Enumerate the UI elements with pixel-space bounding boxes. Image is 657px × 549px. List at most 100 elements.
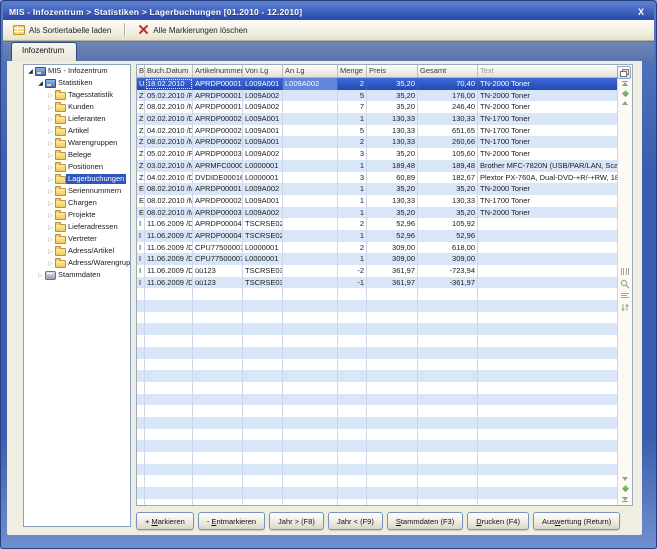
- scroll-down-icon[interactable]: [618, 477, 632, 481]
- table-empty-row[interactable]: [137, 370, 618, 382]
- collapsed-triangle-icon[interactable]: ▷: [46, 140, 55, 147]
- tree-item-vertreter[interactable]: ▷Vertreter: [24, 233, 130, 245]
- cell-preis[interactable]: [367, 452, 418, 464]
- tree-item-chargen[interactable]: ▷Chargen: [24, 197, 130, 209]
- tree-item-projekte[interactable]: ▷Projekte: [24, 209, 130, 221]
- cell-gesamt[interactable]: [418, 429, 478, 441]
- cell-menge[interactable]: 3: [338, 148, 367, 160]
- cell-date[interactable]: [145, 288, 193, 300]
- cell-text[interactable]: [478, 394, 618, 406]
- table-empty-row[interactable]: [137, 300, 618, 312]
- cell-article[interactable]: [193, 487, 243, 499]
- collapsed-triangle-icon[interactable]: ▷: [46, 164, 55, 171]
- cell-menge[interactable]: [338, 359, 367, 371]
- cell-preis[interactable]: [367, 487, 418, 499]
- cell-date[interactable]: 18.02.2010: [145, 78, 193, 90]
- cell-text[interactable]: [478, 405, 618, 417]
- table-row[interactable]: Z02.02.2010 /DiAPRDP00002L009A0011130,33…: [137, 113, 618, 125]
- table-empty-row[interactable]: [137, 417, 618, 429]
- cell-flag[interactable]: I: [137, 253, 145, 265]
- marker-diamond-icon[interactable]: [618, 91, 632, 96]
- cell-gesamt[interactable]: 52,96: [418, 230, 478, 242]
- cell-menge[interactable]: 1: [338, 207, 367, 219]
- cell-flag[interactable]: [137, 288, 145, 300]
- collapsed-triangle-icon[interactable]: ▷: [46, 116, 55, 123]
- cell-date[interactable]: 03.02.2010 /Mi: [145, 160, 193, 172]
- cell-article[interactable]: [193, 312, 243, 324]
- cell-gesamt[interactable]: 105,60: [418, 148, 478, 160]
- cell-date[interactable]: 11.06.2009 /Do: [145, 230, 193, 242]
- cell-menge[interactable]: [338, 440, 367, 452]
- cell-von[interactable]: L009A001: [243, 136, 283, 148]
- tab-infozentrum[interactable]: Infozentrum: [11, 42, 77, 61]
- table-row[interactable]: I11.06.2009 /Doüü123TSCRSE03-2361,97-723…: [137, 265, 618, 277]
- cell-article[interactable]: [193, 382, 243, 394]
- cell-text[interactable]: [478, 312, 618, 324]
- cell-an[interactable]: [283, 429, 338, 441]
- cell-an[interactable]: [283, 136, 338, 148]
- cell-preis[interactable]: 189,48: [367, 160, 418, 172]
- cell-text[interactable]: [478, 253, 618, 265]
- cell-date[interactable]: [145, 347, 193, 359]
- cell-menge[interactable]: 1: [338, 195, 367, 207]
- cell-menge[interactable]: [338, 487, 367, 499]
- collapsed-triangle-icon[interactable]: ▷: [46, 176, 55, 183]
- table-row[interactable]: Z08.02.2010 /MoAPRDP00001L009A002735,202…: [137, 101, 618, 113]
- cell-date[interactable]: [145, 429, 193, 441]
- table-empty-row[interactable]: [137, 429, 618, 441]
- cell-date[interactable]: [145, 312, 193, 324]
- cell-article[interactable]: APRDP00003: [193, 207, 243, 219]
- cell-date[interactable]: [145, 394, 193, 406]
- cell-gesamt[interactable]: 130,33: [418, 195, 478, 207]
- cell-an[interactable]: [283, 370, 338, 382]
- cell-an[interactable]: [283, 230, 338, 242]
- cell-menge[interactable]: 2: [338, 242, 367, 254]
- tree-item-stammdaten[interactable]: ▷Stammdaten: [24, 269, 130, 281]
- table-row[interactable]: I11.06.2009 /DoCPU77500007L00000012309,0…: [137, 242, 618, 254]
- collapsed-triangle-icon[interactable]: ▷: [46, 152, 55, 159]
- cell-an[interactable]: [283, 90, 338, 102]
- cell-gesamt[interactable]: 70,40: [418, 78, 478, 90]
- cell-preis[interactable]: [367, 382, 418, 394]
- cell-an[interactable]: [283, 347, 338, 359]
- cell-menge[interactable]: 1: [338, 253, 367, 265]
- collapsed-triangle-icon[interactable]: ▷: [46, 224, 55, 231]
- tree-item-tagesstatistik[interactable]: ▷Tagesstatistik: [24, 89, 130, 101]
- cell-menge[interactable]: 2: [338, 136, 367, 148]
- jahr-f8-button[interactable]: Jahr > (F8): [269, 512, 324, 530]
- cell-preis[interactable]: [367, 499, 418, 505]
- cell-preis[interactable]: [367, 370, 418, 382]
- table-empty-row[interactable]: [137, 288, 618, 300]
- cell-von[interactable]: L009A001: [243, 78, 283, 90]
- cell-preis[interactable]: 361,97: [367, 277, 418, 289]
- cell-preis[interactable]: [367, 464, 418, 476]
- cell-gesamt[interactable]: [418, 370, 478, 382]
- cell-preis[interactable]: [367, 288, 418, 300]
- cell-article[interactable]: [193, 499, 243, 505]
- cell-flag[interactable]: [137, 405, 145, 417]
- cell-an[interactable]: [283, 487, 338, 499]
- cell-gesamt[interactable]: 618,00: [418, 242, 478, 254]
- collapsed-triangle-icon[interactable]: ▷: [46, 212, 55, 219]
- barcode-icon[interactable]: [620, 267, 630, 277]
- cell-von[interactable]: L009A002: [243, 183, 283, 195]
- cell-flag[interactable]: Z: [137, 90, 145, 102]
- cell-article[interactable]: APRDP00001: [193, 90, 243, 102]
- cell-date[interactable]: [145, 335, 193, 347]
- cell-an[interactable]: [283, 265, 338, 277]
- cell-article[interactable]: üü123: [193, 265, 243, 277]
- cell-gesamt[interactable]: 130,33: [418, 113, 478, 125]
- cell-gesamt[interactable]: 189,48: [418, 160, 478, 172]
- cell-gesamt[interactable]: 651,65: [418, 125, 478, 137]
- cell-article[interactable]: [193, 335, 243, 347]
- cell-menge[interactable]: 2: [338, 218, 367, 230]
- cell-von[interactable]: [243, 440, 283, 452]
- scroll-up-icon[interactable]: [618, 101, 632, 105]
- expanded-triangle-icon[interactable]: ◢: [26, 68, 35, 75]
- cell-menge[interactable]: [338, 499, 367, 505]
- table-empty-row[interactable]: [137, 323, 618, 335]
- marker-diamond-bottom-icon[interactable]: [618, 486, 632, 491]
- cell-von[interactable]: [243, 499, 283, 505]
- column-header-von[interactable]: Von Lg: [243, 65, 283, 78]
- cell-article[interactable]: [193, 394, 243, 406]
